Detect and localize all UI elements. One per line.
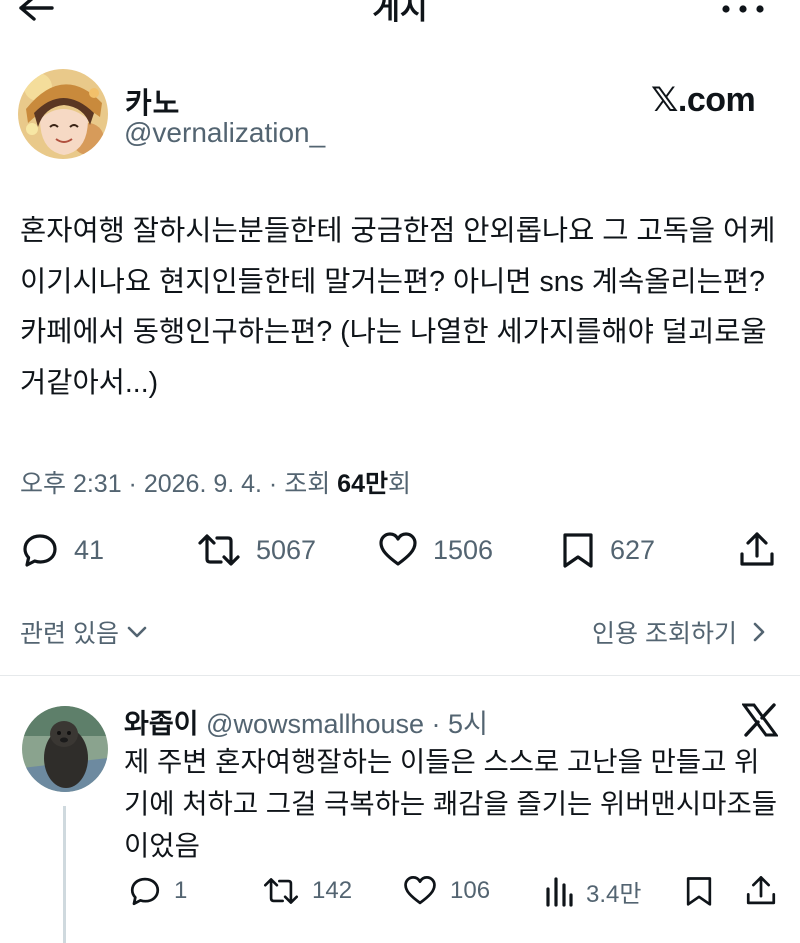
reply-like-action[interactable]: 106 [402, 874, 490, 908]
reply-author-handle[interactable]: @wowsmallhouse [206, 709, 424, 739]
post-time: 오후 2:31 [20, 470, 122, 498]
chevron-right-icon [753, 622, 765, 642]
reply-count: 41 [74, 534, 105, 565]
reply-reply-count: 1 [174, 877, 188, 904]
reply-author-name[interactable]: 와좁이 [124, 709, 199, 739]
view-quotes-link[interactable]: 인용 조회하기 [592, 614, 771, 650]
related-toggle[interactable]: 관련 있음 [20, 614, 149, 650]
reply-icon [23, 534, 57, 567]
bookmark-icon [563, 533, 593, 568]
page-title: 게시 [372, 0, 428, 26]
reply-like-count: 106 [450, 877, 491, 904]
heart-icon [404, 876, 436, 905]
separator-dot: · [261, 470, 285, 498]
reply-action[interactable]: 41 [20, 530, 104, 570]
reply-icon [130, 877, 160, 906]
post-meta: 오후 2:31 · 2026. 9. 4. · 조회 64만회 [20, 464, 411, 500]
x-logo-icon [742, 703, 778, 737]
reply-text: 제 주변 혼자여행잘하는 이들은 스스로 고난을 만들고 위기에 처하고 그걸 … [124, 746, 778, 861]
bookmark-count: 627 [610, 534, 656, 565]
like-action[interactable]: 1506 [377, 530, 493, 570]
bookmark-action[interactable]: 627 [560, 530, 655, 570]
reply-share-icon[interactable] [744, 874, 778, 908]
reply-repost-count: 142 [312, 877, 353, 904]
bar-chart-icon [546, 876, 573, 907]
views-count: 64만 [337, 470, 388, 498]
like-count: 1506 [433, 534, 494, 565]
views-label: 조회 [284, 470, 331, 498]
repost-action[interactable]: 5067 [196, 530, 316, 570]
reply-views-count: 3.4만 [586, 881, 642, 908]
quotes-label: 인용 조회하기 [592, 620, 737, 648]
post-date: 2026. 9. 4. [143, 470, 262, 498]
post-text: 혼자여행 잘하시는분들한테 궁금한점 안외롭나요 그 고독을 어케이기시나요 현… [20, 215, 776, 399]
repost-icon [198, 534, 240, 566]
reply-time: 5시 [448, 709, 488, 739]
reply-views-action[interactable]: 3.4만 [544, 874, 641, 909]
reply-reply-action[interactable]: 1 [128, 874, 187, 908]
thread-line [63, 806, 66, 943]
reply-avatar[interactable] [22, 706, 108, 792]
repost-icon [263, 878, 299, 904]
top-bar: 게시 [0, 0, 800, 40]
author-handle[interactable]: @vernalization_ [124, 117, 325, 149]
related-label: 관련 있음 [20, 620, 119, 648]
x-com-logo: 𝕏.com [651, 81, 756, 119]
share-icon[interactable] [737, 530, 777, 570]
views-suffix: 회 [387, 470, 411, 498]
repost-count: 5067 [256, 534, 317, 565]
separator-dot: · [424, 709, 449, 739]
reply-header: 와좁이 @wowsmallhouse · 5시 [124, 702, 488, 741]
more-horizontal-icon[interactable] [718, 0, 768, 20]
separator-dot: · [121, 470, 144, 498]
chevron-down-icon [127, 626, 147, 638]
author-name[interactable]: 카노 [125, 80, 180, 122]
reply-bookmark-icon[interactable] [684, 874, 714, 908]
author-avatar[interactable] [18, 69, 108, 159]
heart-icon [379, 532, 417, 566]
divider [0, 675, 800, 676]
reply-repost-action[interactable]: 142 [262, 874, 352, 908]
